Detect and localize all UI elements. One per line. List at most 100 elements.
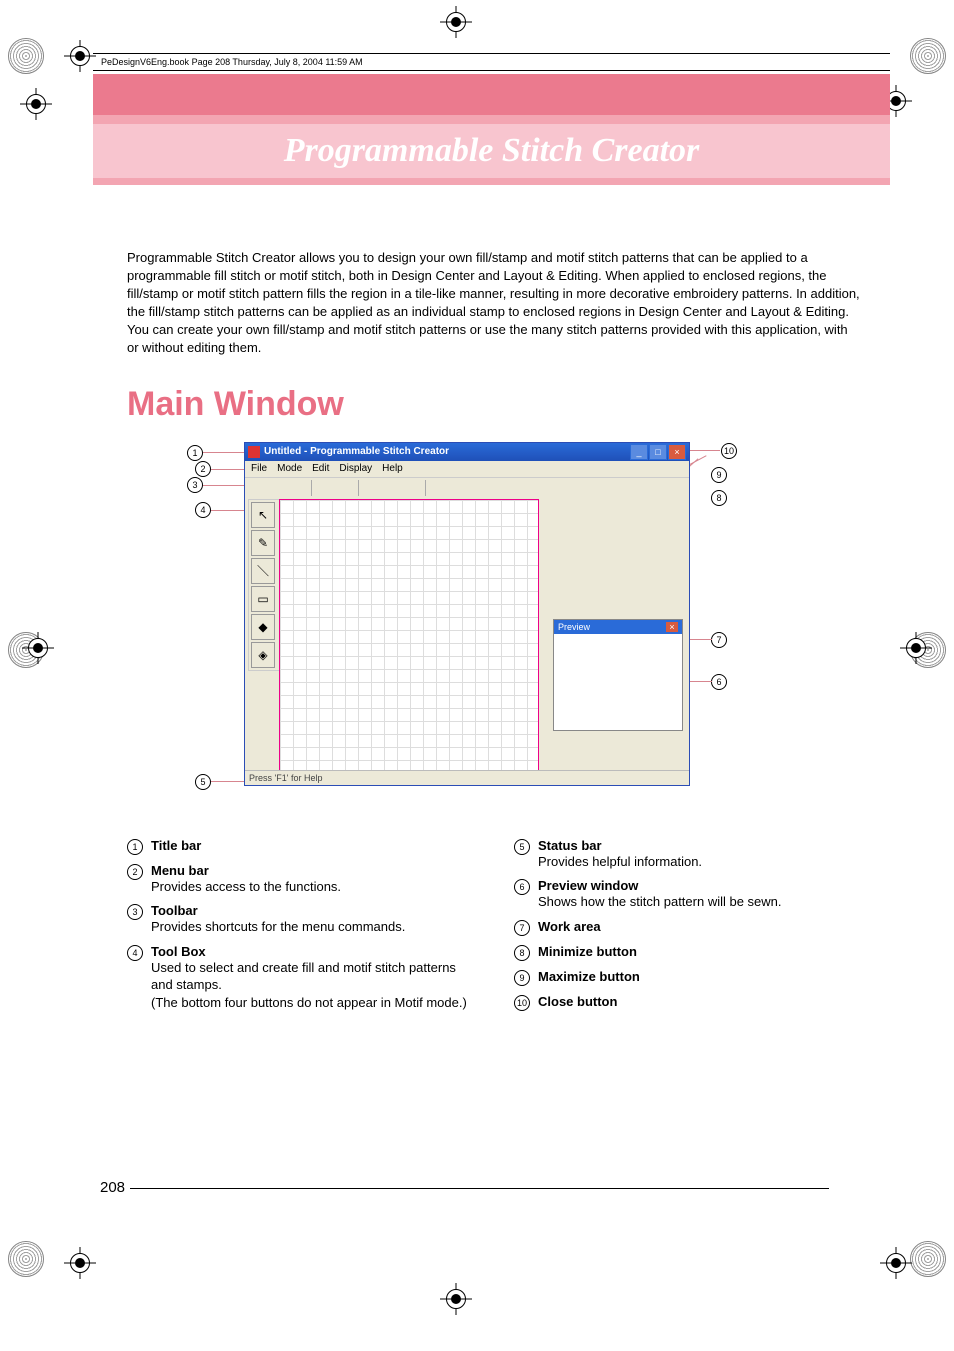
legend-title: Maximize button: [538, 969, 640, 984]
page-footer-rule: [130, 1188, 829, 1189]
legend-desc: Shows how the stitch pattern will be sew…: [538, 893, 782, 911]
legend-title: Status bar: [538, 838, 702, 853]
callout-10: 10: [721, 443, 737, 459]
legend-item: 6 Preview windowShows how the stitch patt…: [514, 878, 861, 911]
menu-mode[interactable]: Mode: [277, 463, 302, 474]
callout-5: 5: [195, 774, 211, 790]
legend-number: 6: [514, 879, 530, 895]
legend-item: 3ToolbarProvides shortcuts for the menu …: [127, 903, 474, 936]
toolbar-button-icon[interactable]: [450, 479, 468, 497]
callout-9: 9: [711, 467, 727, 483]
legend-title: Preview window: [538, 878, 782, 893]
tool-select-icon[interactable]: ↖: [251, 502, 275, 528]
legend-desc: Provides helpful information.: [538, 853, 702, 871]
crop-ring: [8, 38, 44, 74]
toolbar-separator: [358, 480, 359, 496]
close-button[interactable]: ×: [668, 444, 686, 460]
page-number: 208: [100, 1179, 125, 1196]
legend-number: 3: [127, 904, 143, 920]
tool-point-edit-icon[interactable]: ✎: [251, 530, 275, 556]
legend-title: Tool Box: [151, 944, 474, 959]
registration-mark: [880, 1247, 912, 1279]
toolbar-paste-icon[interactable]: [403, 479, 421, 497]
legend-title: Minimize button: [538, 944, 637, 959]
toolbar-button-icon[interactable]: [430, 479, 448, 497]
legend-desc: (The bottom four buttons do not appear i…: [151, 994, 474, 1012]
legend: 1 Title bar 2 Menu barProvides access to th…: [127, 838, 861, 1020]
window-title: Untitled - Programmable Stitch Creator: [264, 446, 449, 457]
registration-mark: [900, 632, 932, 664]
tool-region-icon[interactable]: ▭: [251, 586, 275, 612]
preview-close-icon[interactable]: ×: [666, 622, 678, 632]
crop-ring: [910, 1241, 946, 1277]
screenshot-figure: 1 2 3 4 5 10 9 8 7 6 Unt: [187, 442, 727, 802]
registration-mark: [440, 1283, 472, 1315]
legend-number: 8: [514, 945, 530, 961]
tool-box: ↖ ✎ ＼ ▭ ◆ ◈: [248, 499, 280, 671]
work-area[interactable]: [279, 499, 539, 771]
toolbar: [245, 478, 689, 499]
legend-item: 10Close button: [514, 994, 861, 1011]
app-window: Untitled - Programmable Stitch Creator _…: [244, 442, 690, 786]
preview-window[interactable]: Preview ×: [553, 619, 683, 731]
legend-number: 1: [127, 839, 143, 855]
toolbar-redo-icon[interactable]: [336, 479, 354, 497]
callout-2: 2: [195, 461, 211, 477]
legend-title: Title bar: [151, 838, 201, 853]
legend-item: 8 Minimize button: [514, 944, 861, 961]
toolbar-new-icon[interactable]: [249, 479, 267, 497]
status-text: Press 'F1' for Help: [249, 773, 322, 783]
toolbar-button-icon[interactable]: [470, 479, 488, 497]
toolbar-cut-icon[interactable]: [363, 479, 381, 497]
legend-number: 9: [514, 970, 530, 986]
menu-help[interactable]: Help: [382, 463, 403, 474]
status-bar: Press 'F1' for Help: [245, 770, 689, 785]
callout-6: 6: [711, 674, 727, 690]
legend-item: 7 Work area: [514, 919, 861, 936]
intro-paragraph: Programmable Stitch Creator allows you t…: [127, 249, 861, 357]
legend-title: Work area: [538, 919, 601, 934]
client-area: ↖ ✎ ＼ ▭ ◆ ◈ Preview ×: [245, 497, 689, 771]
toolbar-undo-icon[interactable]: [316, 479, 334, 497]
crop-ring: [910, 38, 946, 74]
tool-stamp-icon[interactable]: ◆: [251, 614, 275, 640]
legend-number: 7: [514, 920, 530, 936]
tool-stamp2-icon[interactable]: ◈: [251, 642, 275, 668]
maximize-button[interactable]: □: [649, 444, 667, 460]
legend-number: 4: [127, 945, 143, 961]
legend-title: Toolbar: [151, 903, 405, 918]
minimize-button[interactable]: _: [630, 444, 648, 460]
section-heading: Main Window: [127, 385, 861, 424]
chapter-title: Programmable Stitch Creator: [284, 132, 700, 170]
legend-item: 9 Maximize button: [514, 969, 861, 986]
legend-title: Menu bar: [151, 863, 341, 878]
registration-mark: [20, 88, 52, 120]
preview-title: Preview: [558, 622, 590, 632]
toolbar-separator: [311, 480, 312, 496]
menu-file[interactable]: File: [251, 463, 267, 474]
toolbar-save-icon[interactable]: [289, 479, 307, 497]
crop-ring: [8, 1241, 44, 1277]
tool-line-icon[interactable]: ＼: [251, 558, 275, 584]
toolbar-open-icon[interactable]: [269, 479, 287, 497]
legend-desc: Provides access to the functions.: [151, 878, 341, 896]
title-bar: Untitled - Programmable Stitch Creator _…: [245, 443, 689, 461]
menu-display[interactable]: Display: [339, 463, 372, 474]
legend-item: 4Tool BoxUsed to select and create fill …: [127, 944, 474, 1012]
callout-1: 1: [187, 445, 203, 461]
legend-item: 2 Menu barProvides access to the function…: [127, 863, 474, 896]
header-band: Programmable Stitch Creator: [93, 124, 890, 178]
toolbar-separator: [425, 480, 426, 496]
callout-3: 3: [187, 477, 203, 493]
book-header-text: PeDesignV6Eng.book Page 208 Thursday, Ju…: [101, 57, 363, 67]
registration-mark: [440, 6, 472, 38]
callout-4: 4: [195, 502, 211, 518]
legend-number: 2: [127, 864, 143, 880]
menu-edit[interactable]: Edit: [312, 463, 329, 474]
book-header: PeDesignV6Eng.book Page 208 Thursday, Ju…: [93, 53, 890, 71]
app-icon: [248, 446, 260, 458]
registration-mark: [22, 632, 54, 664]
toolbar-copy-icon[interactable]: [383, 479, 401, 497]
legend-item: 5Status barProvides helpful information.: [514, 838, 861, 871]
registration-mark: [64, 40, 96, 72]
